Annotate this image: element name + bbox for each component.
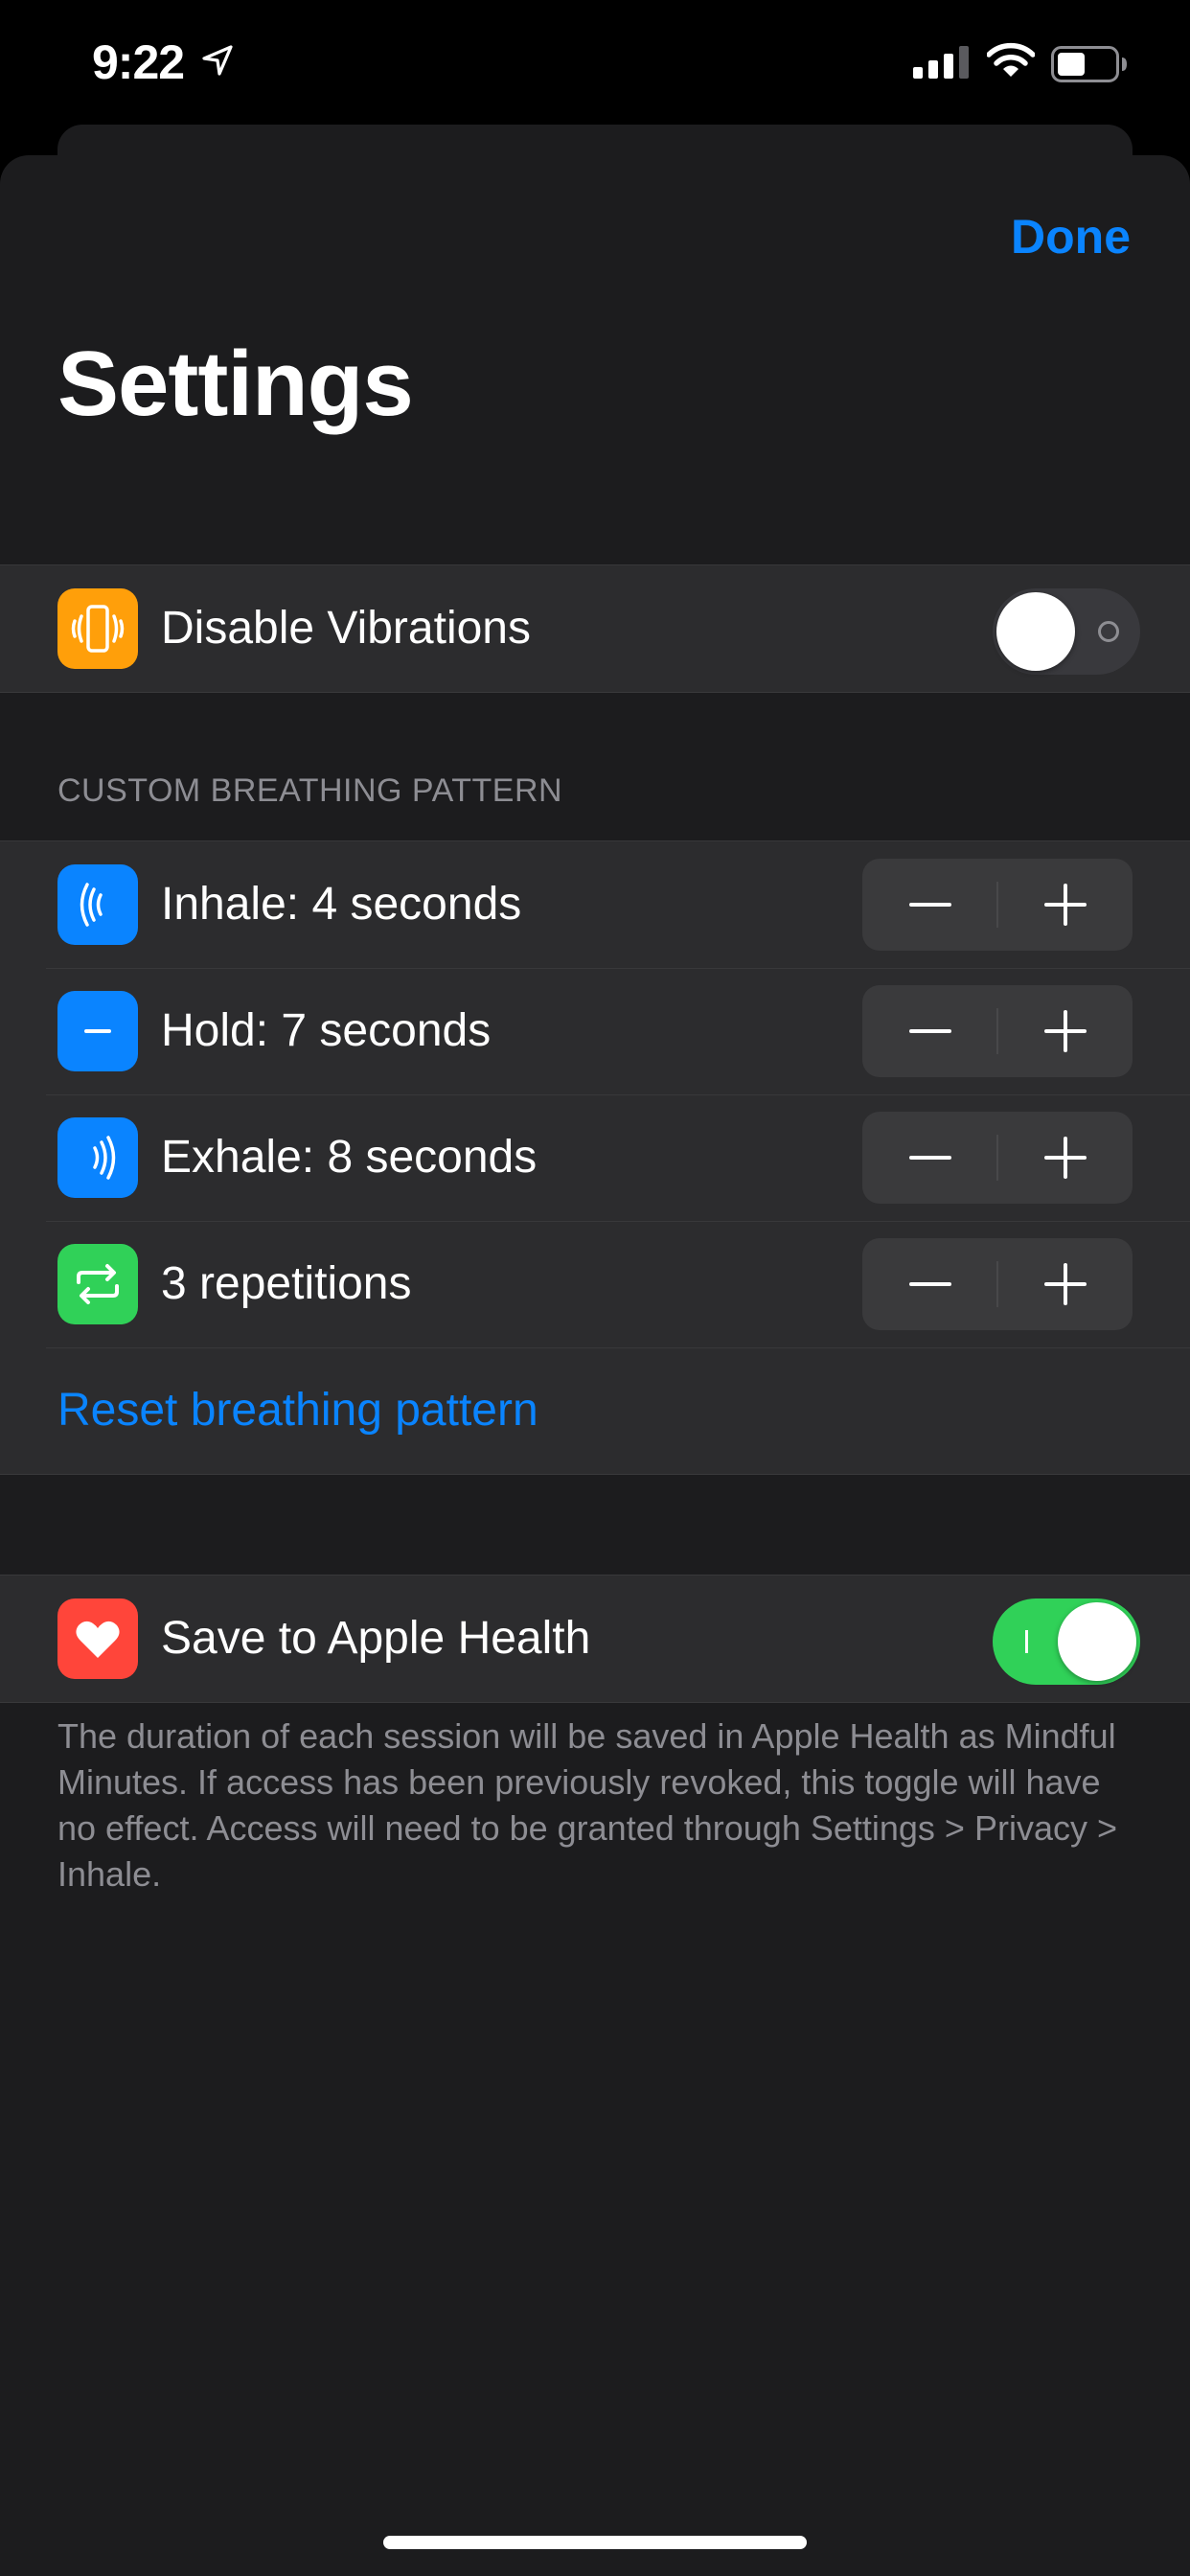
plus-icon xyxy=(1043,1010,1087,1052)
save-to-health-toggle[interactable] xyxy=(993,1598,1140,1685)
plus-icon xyxy=(1043,1137,1087,1179)
save-to-health-row: Save to Apple Health xyxy=(0,1576,1190,1702)
repetitions-label: 3 repetitions xyxy=(161,1258,412,1309)
wifi-icon xyxy=(986,42,1036,83)
hold-dash-icon xyxy=(57,991,138,1071)
health-footer-note: The duration of each session will be sav… xyxy=(57,1716,1117,1894)
heart-icon xyxy=(57,1598,138,1679)
disable-vibrations-toggle[interactable] xyxy=(993,588,1140,675)
toggle-knob xyxy=(996,592,1075,671)
toggle-off-glyph xyxy=(1098,621,1119,642)
repetitions-increment-button[interactable] xyxy=(997,1238,1133,1330)
repetitions-stepper xyxy=(862,1238,1133,1330)
plus-icon xyxy=(1043,1263,1087,1305)
minus-icon xyxy=(908,903,951,907)
inhale-waves-icon xyxy=(57,864,138,945)
toggle-on-glyph xyxy=(1025,1630,1028,1653)
save-to-health-label: Save to Apple Health xyxy=(161,1613,591,1664)
section-header-custom-breathing: CUSTOM BREATHING PATTERN xyxy=(57,772,563,809)
exhale-stepper xyxy=(862,1112,1133,1204)
inhale-stepper xyxy=(862,859,1133,951)
exhale-increment-button[interactable] xyxy=(997,1112,1133,1204)
custom-breathing-group: Inhale: 4 seconds Hold: 7 seconds Exhale… xyxy=(0,840,1190,1475)
disable-vibrations-row: Disable Vibrations xyxy=(0,565,1190,692)
battery-icon xyxy=(1051,46,1128,87)
home-indicator xyxy=(383,2536,807,2549)
hold-increment-button[interactable] xyxy=(997,985,1133,1077)
disable-vibrations-label: Disable Vibrations xyxy=(161,603,531,654)
reset-row: Reset breathing pattern xyxy=(0,1347,1190,1474)
hold-label: Hold: 7 seconds xyxy=(161,1005,492,1056)
inhale-increment-button[interactable] xyxy=(997,859,1133,951)
status-bar: 9:22 xyxy=(0,0,1190,134)
vibration-group: Disable Vibrations xyxy=(0,564,1190,693)
inhale-decrement-button[interactable] xyxy=(862,859,997,951)
minus-icon xyxy=(908,1282,951,1286)
done-button[interactable]: Done xyxy=(1011,209,1131,264)
phone-vibrate-icon xyxy=(57,588,138,669)
exhale-waves-icon xyxy=(57,1117,138,1198)
health-group: Save to Apple Health xyxy=(0,1575,1190,1703)
hold-row: Hold: 7 seconds xyxy=(0,968,1190,1094)
reset-breathing-pattern-button[interactable]: Reset breathing pattern xyxy=(57,1347,538,1474)
page-title: Settings xyxy=(57,333,414,435)
repetitions-decrement-button[interactable] xyxy=(862,1238,997,1330)
exhale-label: Exhale: 8 seconds xyxy=(161,1132,538,1183)
repetitions-row: 3 repetitions xyxy=(0,1221,1190,1347)
exhale-row: Exhale: 8 seconds xyxy=(0,1094,1190,1221)
toggle-knob xyxy=(1058,1602,1136,1681)
repeat-icon xyxy=(57,1244,138,1324)
plus-icon xyxy=(1043,884,1087,926)
minus-icon xyxy=(908,1029,951,1033)
inhale-label: Inhale: 4 seconds xyxy=(161,879,522,930)
minus-icon xyxy=(908,1156,951,1160)
status-time: 9:22 xyxy=(92,35,185,89)
location-arrow-icon xyxy=(201,44,234,81)
hold-stepper xyxy=(862,985,1133,1077)
exhale-decrement-button[interactable] xyxy=(862,1112,997,1204)
hold-decrement-button[interactable] xyxy=(862,985,997,1077)
inhale-row: Inhale: 4 seconds xyxy=(0,841,1190,968)
cellular-signal-icon xyxy=(913,46,969,83)
